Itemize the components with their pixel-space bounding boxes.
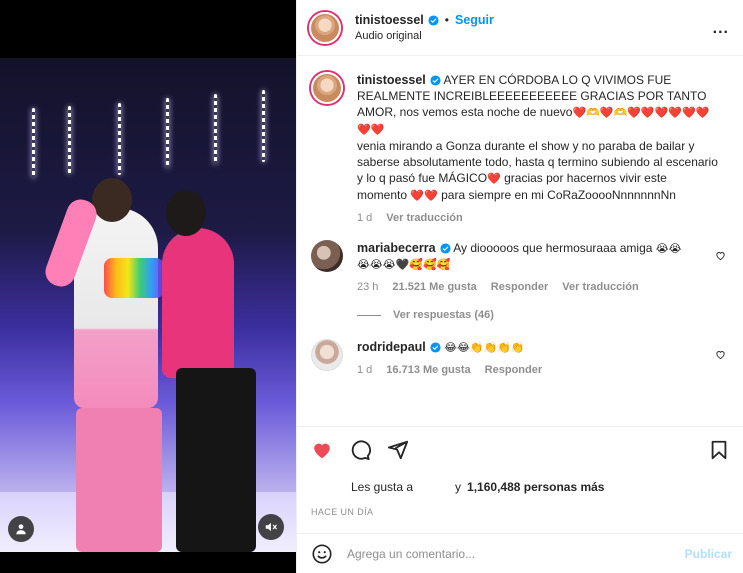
comment-emoji: 😭😭 [655,242,682,255]
post-media[interactable] [0,0,296,573]
stage-light [262,90,265,162]
comment-like-icon[interactable] [715,250,726,261]
caption-avatar[interactable] [311,72,343,104]
post-actions: Les gusta a y 1,160,488 personas más HAC… [297,426,743,517]
author-username[interactable]: tinistoessel [355,13,424,27]
like-heart-icon[interactable] [311,439,333,461]
emoji-icon[interactable] [311,543,333,565]
comment-likes[interactable]: 21.521 Me gusta [392,279,476,295]
verified-icon [430,75,441,86]
user-icon [16,524,26,535]
post-timestamp[interactable]: HACE UN DÍA [311,507,730,517]
likes-summary[interactable]: Les gusta a y 1,160,488 personas más [311,477,730,497]
comment-text: Ay diooooos que hermosuraaa amiga [453,241,653,255]
likes-count[interactable]: 1,160,488 personas más [467,480,604,494]
bookmark-icon[interactable] [708,439,730,461]
view-replies-button[interactable]: Ver respuestas (46) [357,309,730,321]
stage-light [68,106,71,174]
performer-pants [76,408,162,552]
view-replies-label: Ver respuestas (46) [393,309,494,321]
separator-dot: • [444,13,449,27]
comment-time[interactable]: 1 d [357,362,372,378]
publish-button[interactable]: Publicar [685,547,732,561]
mute-button[interactable] [258,514,284,540]
commenter-avatar[interactable] [311,240,343,272]
verified-icon [430,342,441,353]
caption-time[interactable]: 1 d [357,210,372,226]
translate-link[interactable]: Ver traducción [386,210,462,226]
stage-light [166,98,169,168]
stage-light [118,103,121,175]
stage-light [32,108,35,178]
caption: tinistoessel AYER EN CÓRDOBA LO Q VIVIMO… [311,72,730,226]
reply-button[interactable]: Responder [491,279,548,295]
speaker-muted-icon [265,522,277,532]
performer-head [92,178,132,222]
comment-likes[interactable]: 16.713 Me gusta [386,362,470,378]
commenter-username[interactable]: mariabecerra [357,241,436,255]
comments-section: tinistoessel AYER EN CÓRDOBA LO Q VIVIMO… [297,56,743,426]
comment-emoji: 😂😂👏👏👏👏 [444,341,525,354]
liker-avatar[interactable] [423,477,444,497]
comment-icon[interactable] [349,439,371,461]
stage-light [214,94,217,164]
translate-link[interactable]: Ver traducción [562,279,638,295]
comment-input[interactable] [347,546,685,561]
verified-icon [439,243,451,254]
comment-emoji: 😭😭😭🖤🥰🥰🥰 [357,258,451,271]
add-comment-bar: Publicar [297,533,743,573]
comment: rodridepaul 😂😂👏👏👏👏 1 d 16.713 Me gusta R… [311,339,730,378]
comment-time[interactable]: 23 h [357,279,378,295]
avatar[interactable] [309,11,341,44]
fan-legs [176,368,256,552]
audio-label[interactable]: Audio original [355,30,494,42]
pride-flag [104,258,164,298]
fan-head [166,190,206,236]
commenter-avatar[interactable] [311,339,343,371]
likes-connector: y [455,480,462,494]
commenter-username[interactable]: rodridepaul [357,340,426,354]
replies-divider [357,314,381,316]
reply-button[interactable]: Responder [485,362,542,378]
caption-username[interactable]: tinistoessel [357,73,426,87]
user-tag-button[interactable] [8,516,34,542]
post-panel: tinistoessel • Seguir Audio original ...… [296,0,743,573]
concert-video[interactable] [0,58,296,552]
heart-emoji: ❤️ [487,172,501,185]
share-icon[interactable] [387,439,409,461]
more-options-icon[interactable]: ... [713,20,729,38]
comment: mariabecerra Ay diooooos que hermosuraaa… [311,240,730,295]
heart-emoji: ❤️❤️ [410,189,438,202]
likes-prefix: Les gusta a [351,480,414,494]
comment-like-icon[interactable] [715,349,726,360]
caption-text-4: para siempre en mi CoRaZooooNnnnnnnNn [441,188,676,202]
verified-icon [428,14,439,26]
follow-button[interactable]: Seguir [455,13,494,27]
fan [162,228,234,378]
post-header: tinistoessel • Seguir Audio original ... [297,0,743,56]
